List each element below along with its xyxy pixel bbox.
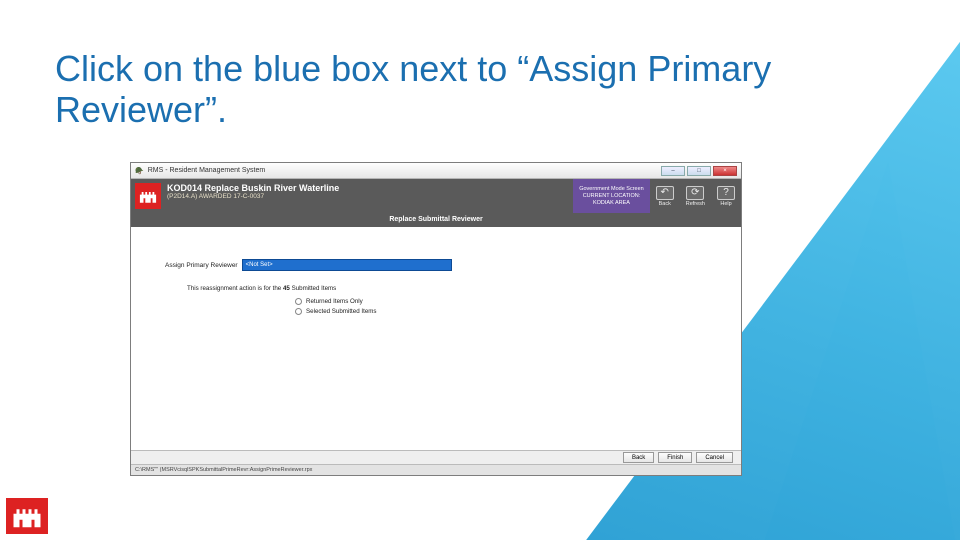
castle-icon — [139, 189, 157, 203]
help-icon: ? — [717, 186, 735, 200]
env-mode-panel: Government Mode Screen CURRENT LOCATION:… — [573, 179, 650, 213]
slide-title: Click on the blue box next to “Assign Pr… — [55, 48, 835, 131]
header-logo-castle — [135, 183, 161, 209]
intro-pre: This reassignment action is for the — [187, 285, 283, 292]
app-header: KOD014 Replace Buskin River Waterline (P… — [131, 179, 741, 213]
app-body: Assign Primary Reviewer <Not Set> This r… — [131, 227, 741, 450]
window-minimize-button[interactable]: – — [661, 166, 685, 176]
footer-logo-castle — [6, 498, 48, 534]
toolbar-back[interactable]: ↶ Back — [650, 179, 680, 213]
radio-selected-submitted-items-label: Selected Submitted Items — [306, 308, 377, 315]
window-close-button[interactable]: × — [713, 166, 737, 176]
app-window: 🪖 RMS - Resident Management System – □ ×… — [130, 162, 742, 476]
window-maximize-button[interactable]: □ — [687, 166, 711, 176]
env-line1: Government Mode Screen — [579, 186, 644, 192]
bg-triangle-light — [722, 152, 960, 540]
back-arrow-icon: ↶ — [656, 186, 674, 200]
assign-primary-reviewer-label: Assign Primary Reviewer — [165, 262, 238, 269]
wizard-back-button[interactable]: Back — [623, 452, 654, 463]
toolbar-back-label: Back — [659, 201, 671, 207]
assign-primary-reviewer-select[interactable]: <Not Set> — [242, 259, 452, 271]
section-header: Replace Submittal Reviewer — [131, 213, 741, 227]
castle-icon — [12, 504, 42, 528]
app-icon: 🪖 — [135, 167, 144, 175]
window-title: RMS - Resident Management System — [148, 167, 657, 174]
toolbar-help-label: Help — [720, 201, 731, 207]
toolbar-help[interactable]: ? Help — [711, 179, 741, 213]
radio-selected-submitted-items[interactable]: Selected Submitted Items — [295, 308, 727, 315]
wizard-cancel-button[interactable]: Cancel — [696, 452, 733, 463]
env-line3: KODIAK AREA — [593, 200, 630, 206]
radio-icon — [295, 308, 302, 315]
project-subtitle: (P2D14.A) AWARDED 17-C-0037 — [167, 193, 569, 200]
header-toolbar: Government Mode Screen CURRENT LOCATION:… — [573, 179, 741, 213]
wizard-finish-button[interactable]: Finish — [658, 452, 692, 463]
radio-returned-items[interactable]: Returned Items Only — [295, 298, 727, 305]
env-line2: CURRENT LOCATION: — [583, 193, 641, 199]
window-titlebar: 🪖 RMS - Resident Management System – □ × — [131, 163, 741, 179]
radio-returned-items-label: Returned Items Only — [306, 298, 363, 305]
radio-icon — [295, 298, 302, 305]
project-title: KOD014 Replace Buskin River Waterline — [167, 183, 569, 193]
toolbar-refresh-label: Refresh — [686, 201, 705, 207]
intro-post: Submitted Items — [292, 285, 337, 292]
toolbar-refresh[interactable]: ⟳ Refresh — [680, 179, 711, 213]
reassignment-intro: This reassignment action is for the 45 S… — [187, 285, 727, 292]
wizard-footer: Back Finish Cancel — [131, 450, 741, 464]
refresh-icon: ⟳ — [686, 186, 704, 200]
status-bar: C:\RMS"" (MSRVcisqlSPKSubmittalPrimeRevr… — [131, 464, 741, 475]
intro-count: 45 — [283, 285, 292, 292]
